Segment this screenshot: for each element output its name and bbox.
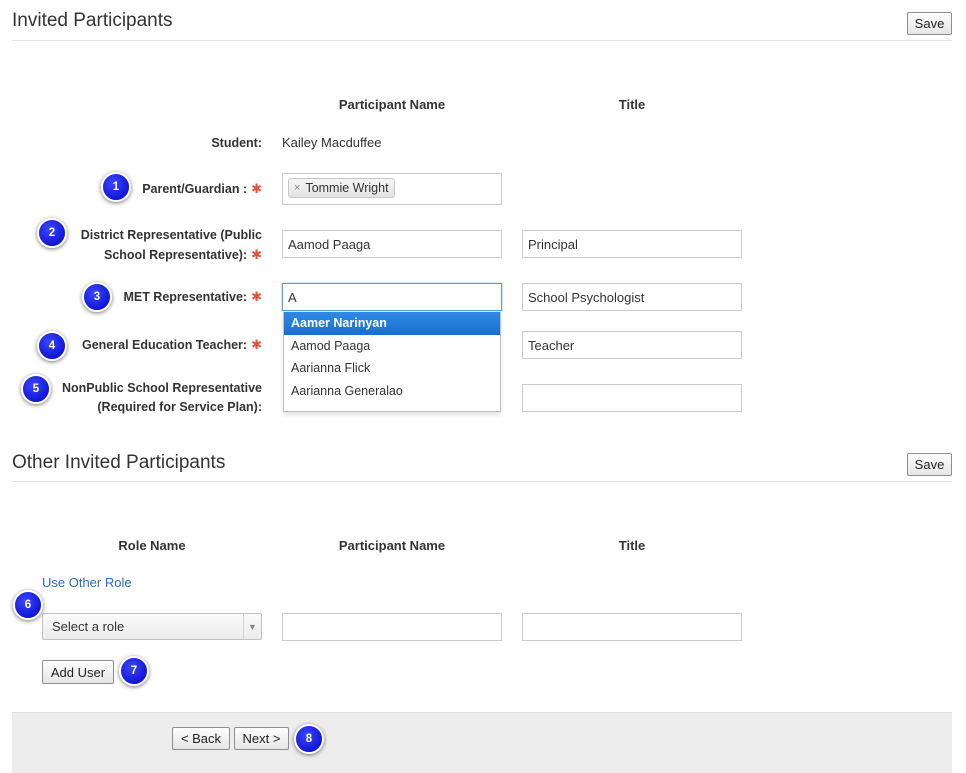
other-invited-participants-title: Other Invited Participants: [12, 452, 226, 473]
title-header: Title: [618, 97, 646, 112]
other-participant-name-input[interactable]: [282, 613, 502, 641]
callout-badge: 4: [37, 331, 67, 361]
nonpublic-label-line1: NonPublic School Representative: [61, 381, 262, 395]
autocomplete-option[interactable]: Aamod Paaga: [284, 335, 500, 358]
required-icon: ✱: [251, 337, 262, 352]
callout-badge: 7: [119, 656, 149, 686]
district-representative-name-input[interactable]: [282, 230, 502, 258]
other-title-input[interactable]: [522, 613, 742, 641]
footer-bar: [12, 712, 952, 773]
met-representative-name-input[interactable]: [282, 283, 502, 311]
callout-badge: 8: [294, 724, 324, 754]
chevron-down-icon: ▼: [243, 614, 261, 639]
nonpublic-label-line2: (Required for Service Plan):: [97, 400, 262, 414]
autocomplete-dropdown: Aamer Narinyan Aamod Paaga Aarianna Flic…: [283, 312, 501, 412]
required-icon: ✱: [251, 247, 262, 262]
autocomplete-option[interactable]: Aamer Narinyan: [284, 312, 500, 335]
parent-guardian-select[interactable]: × Tommie Wright: [282, 173, 502, 205]
participant-name-header: Participant Name: [338, 538, 446, 553]
parent-guardian-label: Parent/Guardian : ✱: [142, 181, 262, 196]
nonpublic-representative-label: NonPublic School Representative (Require…: [40, 379, 262, 417]
add-user-button[interactable]: Add User: [42, 660, 114, 684]
general-education-teacher-label: General Education Teacher: ✱: [81, 337, 262, 352]
callout-badge: 1: [101, 172, 131, 202]
invited-participants-title: Invited Participants: [12, 10, 173, 31]
save-button[interactable]: Save: [907, 12, 952, 35]
remove-tag-icon[interactable]: ×: [294, 182, 300, 194]
back-button[interactable]: < Back: [172, 727, 230, 750]
required-icon: ✱: [251, 289, 262, 304]
required-icon: ✱: [251, 181, 262, 196]
callout-badge: 2: [37, 218, 67, 248]
save-button[interactable]: Save: [907, 453, 952, 476]
callout-badge: 3: [82, 282, 112, 312]
callout-badge: 6: [13, 590, 43, 620]
district-representative-label: District Representative (Public School R…: [40, 226, 262, 265]
district-label-line1: District Representative (Public: [80, 228, 262, 242]
general-education-teacher-title-input[interactable]: [522, 331, 742, 359]
title-header: Title: [618, 538, 646, 553]
section-divider: [12, 481, 952, 482]
section-divider: [12, 40, 952, 41]
district-representative-title-input[interactable]: [522, 230, 742, 258]
tag-label: Tommie Wright: [305, 181, 389, 195]
participant-name-header: Participant Name: [338, 97, 446, 112]
met-representative-title-input[interactable]: [522, 283, 742, 311]
autocomplete-option[interactable]: Aarianna Generalao: [284, 380, 500, 403]
autocomplete-option[interactable]: Aarianna Flick: [284, 357, 500, 380]
role-name-header: Role Name: [118, 538, 186, 553]
district-label-line2: School Representative):: [104, 248, 248, 262]
role-select[interactable]: Select a role ▼: [42, 613, 262, 640]
callout-badge: 5: [21, 374, 51, 404]
next-button[interactable]: Next >: [234, 727, 289, 750]
student-label: Student:: [211, 136, 262, 150]
role-select-value: Select a role: [52, 619, 125, 634]
student-name: Kailey Macduffee: [282, 135, 382, 150]
use-other-role-link[interactable]: Use Other Role: [42, 575, 132, 590]
nonpublic-representative-title-input[interactable]: [522, 384, 742, 412]
selected-tag: × Tommie Wright: [288, 178, 395, 198]
